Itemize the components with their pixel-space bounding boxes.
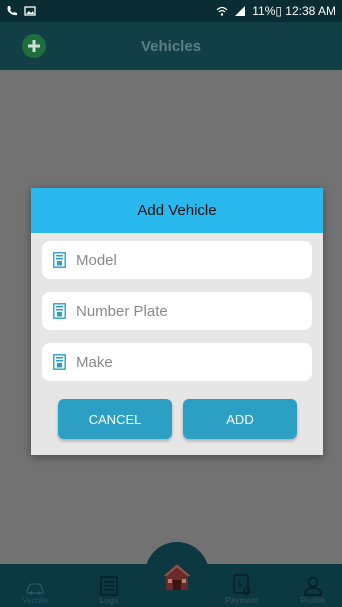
form-icon <box>53 303 66 319</box>
make-input[interactable] <box>74 352 298 372</box>
cancel-button[interactable]: CANCEL <box>58 399 172 439</box>
add-vehicle-button[interactable] <box>22 34 46 58</box>
nav-label-profile: Profile <box>300 596 326 605</box>
form-icon <box>53 354 66 370</box>
nav-item-profile[interactable]: Profile <box>285 567 341 605</box>
add-vehicle-dialog: Add Vehicle CANCEL ADD <box>31 188 323 455</box>
nav-label-logs: Logs <box>99 596 119 605</box>
nav-item-payment[interactable]: $ Payment <box>214 567 270 605</box>
svg-text:$: $ <box>237 580 243 590</box>
page-title: Vehicles <box>140 37 202 55</box>
dialog-title: Add Vehicle <box>137 202 217 219</box>
app-bar: Vehicles <box>0 22 342 70</box>
nav-label-payment: Payment <box>225 596 259 605</box>
person-icon <box>304 576 322 596</box>
nav-item-logs[interactable]: Logs <box>81 567 137 605</box>
car-icon <box>26 583 44 595</box>
wifi-icon <box>216 6 228 16</box>
model-input[interactable] <box>74 250 298 270</box>
number-plate-field[interactable] <box>42 292 312 330</box>
phone-icon <box>7 6 17 16</box>
add-button[interactable]: ADD <box>183 399 297 439</box>
nav-item-home[interactable] <box>153 553 201 601</box>
home-icon <box>163 564 191 590</box>
model-field[interactable] <box>42 241 312 279</box>
image-icon <box>24 6 36 16</box>
nav-label-vehicle: Vechile <box>22 596 48 605</box>
plus-icon <box>28 40 40 52</box>
status-bar: 11%▯ 12:38 AM <box>0 0 342 22</box>
status-right: 11%▯ 12:38 AM <box>216 4 336 18</box>
signal-icon <box>235 6 246 16</box>
dialog-header: Add Vehicle <box>31 188 323 233</box>
nav-item-vehicle[interactable]: Vechile <box>7 567 63 605</box>
make-field[interactable] <box>42 343 312 381</box>
form-icon <box>53 252 66 268</box>
status-text: 11%▯ 12:38 AM <box>252 4 336 18</box>
invoice-icon: $ <box>233 574 251 595</box>
status-left <box>6 5 36 17</box>
number-plate-input[interactable] <box>74 301 298 321</box>
document-icon <box>100 576 118 596</box>
